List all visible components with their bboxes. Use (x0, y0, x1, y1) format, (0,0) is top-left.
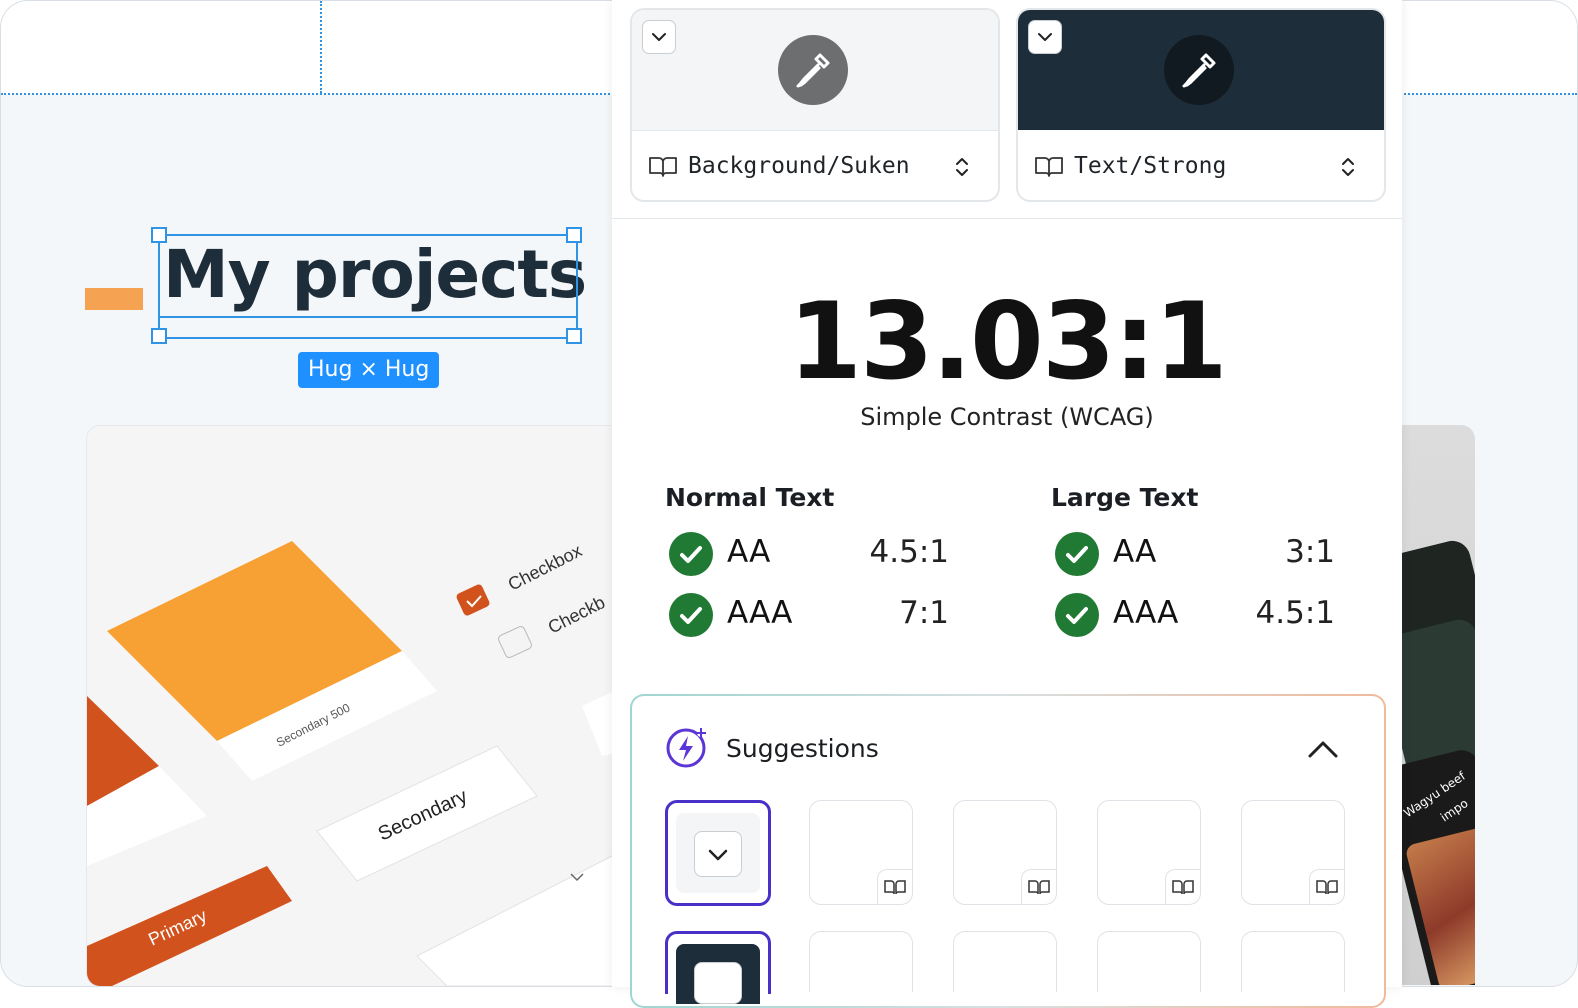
large-aaa-value: 4.5:1 (1255, 595, 1335, 631)
project-preview-card-right[interactable]: Wagyu beef impo (1391, 425, 1475, 985)
checkbox-caption-2: Checkb (545, 592, 608, 638)
book-icon (1035, 157, 1063, 177)
panel-divider (612, 218, 1402, 219)
suggestion-tile-dark[interactable] (665, 931, 771, 1004)
suggestion-dropdown-button[interactable] (694, 962, 742, 1004)
normal-text-heading: Normal Text (665, 483, 835, 512)
book-icon (877, 869, 912, 904)
normal-aaa-row: AAA 7:1 (669, 593, 949, 643)
suggestion-tile[interactable] (1097, 800, 1201, 905)
contrast-checker-panel: Background/Suken Text/Strong 13.03:1 Sim… (612, 0, 1402, 1006)
normal-aa-row: AA 4.5:1 (669, 532, 949, 582)
background-eyedropper-button[interactable] (778, 35, 848, 105)
selection-baseline (158, 316, 576, 318)
resize-handle-bottom-right[interactable] (566, 328, 582, 344)
large-text-heading: Large Text (1051, 483, 1199, 512)
background-swatch-card[interactable]: Background/Suken (630, 8, 1000, 202)
guide-line-vertical (320, 1, 322, 93)
check-circle-icon (1055, 532, 1099, 576)
large-aa-level: AA (1113, 534, 1157, 570)
background-token-selector[interactable]: Background/Suken (648, 146, 982, 186)
swatch-divider (632, 130, 998, 131)
suggestion-tile-selected[interactable] (665, 800, 771, 906)
chevron-down-icon (708, 849, 728, 861)
suggestion-tile[interactable] (809, 931, 913, 992)
book-icon (1309, 869, 1344, 904)
suggestion-tile[interactable] (809, 800, 913, 905)
suggestion-tile[interactable] (953, 931, 1057, 992)
text-token-label: Text/Strong (1074, 153, 1227, 179)
design-system-illustration: Secondary 500 Checkbox Checkb Secondary … (87, 540, 647, 986)
suggestion-tile[interactable] (1241, 800, 1345, 905)
book-icon (1165, 869, 1200, 904)
suggestion-tile[interactable] (1241, 931, 1345, 992)
book-icon (649, 157, 677, 177)
sizing-badge: Hug × Hug (298, 352, 440, 388)
phone-text-2: impo (1437, 796, 1471, 825)
resize-handle-bottom-left[interactable] (151, 328, 167, 344)
contrast-ratio: 13.03:1 (788, 280, 1227, 403)
check-circle-icon (1055, 593, 1099, 637)
project-preview-card[interactable]: Secondary 500 Checkbox Checkb Secondary … (86, 425, 648, 986)
book-icon (1021, 869, 1056, 904)
large-aaa-level: AAA (1113, 595, 1179, 631)
check-circle-icon (669, 532, 713, 576)
text-eyedropper-button[interactable] (1164, 35, 1234, 105)
chevron-down-icon (652, 33, 666, 41)
sparkle-bolt-icon (666, 728, 706, 768)
checkbox-caption-1: Checkbox (505, 540, 585, 594)
text-dropdown-button[interactable] (1028, 20, 1062, 54)
large-aa-row: AA 3:1 (1055, 532, 1335, 582)
eyedropper-icon (796, 53, 830, 88)
title-accent-bar (85, 288, 143, 310)
suggestion-tile[interactable] (1097, 931, 1201, 992)
resize-handle-top-right[interactable] (566, 227, 582, 243)
large-aa-value: 3:1 (1285, 534, 1335, 570)
large-aaa-row: AAA 4.5:1 (1055, 593, 1335, 643)
text-token-selector[interactable]: Text/Strong (1034, 146, 1368, 186)
chevron-up-icon[interactable] (1306, 736, 1340, 762)
suggestion-tile[interactable] (953, 800, 1057, 905)
phone-mockup-3: Wagyu beef impo (1391, 746, 1475, 985)
contrast-ratio-label: Simple Contrast (WCAG) (860, 403, 1154, 431)
normal-aa-level: AA (727, 534, 771, 570)
up-down-chevron-icon (1342, 158, 1354, 176)
eyedropper-icon (1182, 53, 1216, 88)
chevron-down-icon (1038, 33, 1052, 41)
normal-aaa-level: AAA (727, 595, 793, 631)
up-down-chevron-icon (956, 158, 968, 176)
resize-handle-top-left[interactable] (151, 227, 167, 243)
normal-aaa-value: 7:1 (899, 595, 949, 631)
check-circle-icon (669, 593, 713, 637)
normal-aa-value: 4.5:1 (869, 534, 949, 570)
text-swatch-card[interactable]: Text/Strong (1016, 8, 1386, 202)
suggestions-title: Suggestions (726, 734, 879, 763)
suggestion-dropdown-button[interactable] (694, 831, 742, 877)
selection-box[interactable] (158, 234, 578, 339)
background-token-label: Background/Suken (688, 153, 910, 179)
background-dropdown-button[interactable] (642, 20, 676, 54)
